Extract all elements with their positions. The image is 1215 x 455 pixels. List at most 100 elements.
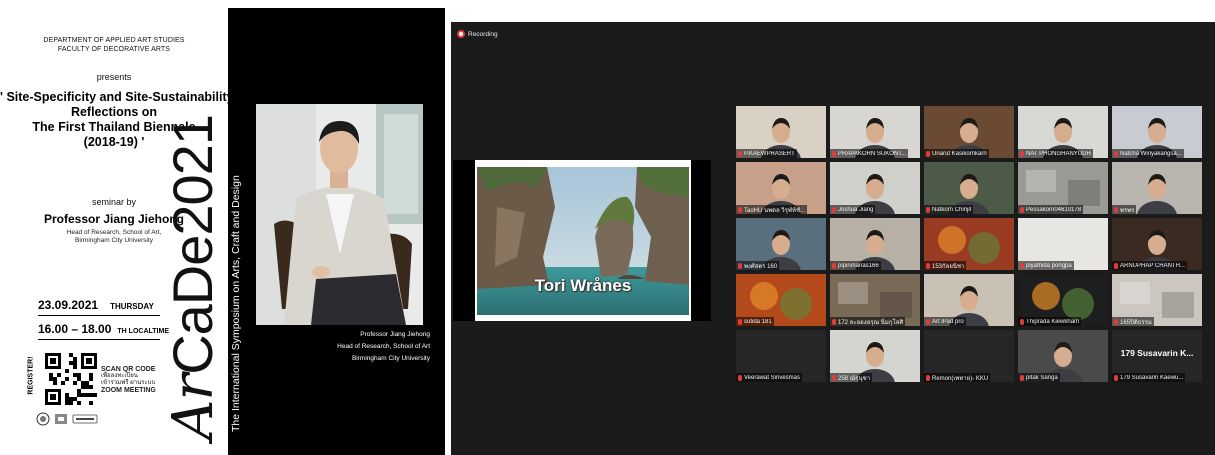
presents-label: presents xyxy=(96,72,132,82)
participant-tile[interactable]: pitak Sanga xyxy=(1018,330,1108,382)
recording-icon xyxy=(457,30,465,38)
participant-nameplate: Unarut Kasikornkarn xyxy=(924,149,989,158)
participant-tile[interactable]: พงศ์สตร 160 xyxy=(736,218,826,270)
participant-tile[interactable]: TaoHU นพดล วิรุฬห์ชั... xyxy=(736,162,826,214)
zoom-meeting-window: Recording Tori Wrånes P.KAEWPRASERT PRAP… xyxy=(451,22,1215,455)
muted-mic-icon xyxy=(926,206,930,213)
participant-tile[interactable]: Art iPad pro xyxy=(924,274,1014,326)
participant-nameplate: piyathida pongpa xyxy=(1018,261,1074,270)
participant-tile[interactable]: NAT PHONGHANYUDH xyxy=(1018,106,1108,158)
qr-module xyxy=(73,381,77,385)
participant-name: Veerawat Sirivesmas xyxy=(744,374,801,381)
participant-nameplate: TaoHU นพดล วิรุฬห์ชั... xyxy=(736,205,808,214)
seminar-title-line: ' Site-Specificity and Site-Sustainabili… xyxy=(0,90,238,104)
participant-nameplate: Joshua Jiang xyxy=(830,205,876,214)
register-label: REGISTER! xyxy=(28,352,44,407)
presentation-slide: Tori Wrånes xyxy=(475,160,691,321)
participant-nameplate: 165ปิติธรรม xyxy=(1112,317,1154,326)
participant-tile[interactable]: Joshua Jiang xyxy=(830,162,920,214)
participant-name: Pessakorn04610178 xyxy=(1026,206,1082,213)
participant-tile[interactable]: Natkorn Chinjit xyxy=(924,162,1014,214)
brand-ar: Ar xyxy=(161,374,226,440)
muted-mic-icon xyxy=(1114,262,1118,269)
department-name: DEPARTMENT OF APPLIED ART STUDIES xyxy=(43,37,185,44)
participant-name: pitak Sanga xyxy=(1026,374,1058,381)
participant-nameplate: pitak Sanga xyxy=(1018,373,1060,382)
participant-nameplate: NAT PHONGHANYUDH xyxy=(1018,149,1093,158)
participant-name: 179 Susavarin Kaewu... xyxy=(1120,374,1184,381)
department-logo-icon xyxy=(72,414,98,424)
participant-name: Thiprada Kiewkham xyxy=(1026,318,1080,325)
participant-nameplate: 179 Susavarin Kaewu... xyxy=(1112,373,1186,382)
participant-nameplate: Thiprada Kiewkham xyxy=(1018,317,1082,326)
symposium-title: The International Symposium on Arts, Cra… xyxy=(230,175,242,432)
slide-caption: Tori Wrånes xyxy=(534,276,632,295)
qr-module xyxy=(93,393,97,397)
qr-module xyxy=(73,365,77,369)
arcade-2021-logo: ArCaDe2021 xyxy=(161,115,226,440)
qr-module xyxy=(89,377,93,381)
participant-tile[interactable]: sutida 181 xyxy=(736,274,826,326)
shared-screen[interactable]: Tori Wrånes xyxy=(453,160,711,321)
participant-nameplate: 258 ณัฐนุชา xyxy=(830,373,873,382)
participant-tile[interactable]: pipinmanas166 xyxy=(830,218,920,270)
qr-module xyxy=(61,381,65,385)
portrait-caption-name: Professor Jiang Jiehong xyxy=(360,331,430,338)
participant-nameplate: sutida 181 xyxy=(736,317,774,326)
poster-white-panel: DEPARTMENT OF APPLIED ART STUDIES FACULT… xyxy=(0,0,238,455)
participant-name: 153กัลยนิชา xyxy=(932,263,965,270)
participant-name: Joshua Jiang xyxy=(838,206,874,213)
participant-tile[interactable]: Unarut Kasikornkarn xyxy=(924,106,1014,158)
participant-tile[interactable]: พรพร xyxy=(1112,162,1202,214)
muted-mic-icon xyxy=(1020,374,1024,381)
participant-tile[interactable]: Remon(เพทาย)- KKU xyxy=(924,330,1014,382)
participant-tile[interactable]: 172 ละอองอรุณ นิ่มกุโลศิ xyxy=(830,274,920,326)
muted-mic-icon xyxy=(832,374,836,381)
muted-mic-icon xyxy=(738,374,742,381)
participant-tile[interactable]: PRAPAKORN SUKONT... xyxy=(830,106,920,158)
muted-mic-icon xyxy=(1114,150,1118,157)
participant-display-name: 179 Susavarin K... xyxy=(1120,348,1194,358)
divider xyxy=(38,339,160,340)
qr-zoom-label: ZOOM MEETING xyxy=(101,387,156,394)
brand-cade: CaDe xyxy=(161,235,224,375)
participant-tile[interactable]: 153กัลยนิชา xyxy=(924,218,1014,270)
participant-name: Unarut Kasikornkarn xyxy=(932,150,987,157)
qr-finder-core xyxy=(86,358,92,364)
muted-mic-icon xyxy=(1114,318,1118,325)
participant-tile[interactable]: 258 ณัฐนุชา xyxy=(830,330,920,382)
participant-name: piyathida pongpa xyxy=(1026,262,1072,269)
participant-tile[interactable]: Natcha Wiriyakangsa... xyxy=(1112,106,1202,158)
participant-name: Remon(เพทาย)- KKU xyxy=(932,375,989,382)
muted-mic-icon xyxy=(738,318,742,325)
university-seal-icon xyxy=(36,412,50,426)
participant-nameplate: Pessakorn04610178 xyxy=(1018,205,1084,214)
participant-tile[interactable]: ARNUPHAP CHANTH... xyxy=(1112,218,1202,270)
participant-nameplate: P.KAEWPRASERT xyxy=(736,149,797,158)
participant-name: พรพร xyxy=(1120,207,1135,214)
recording-indicator[interactable]: Recording xyxy=(457,30,498,38)
participant-tile[interactable]: P.KAEWPRASERT xyxy=(736,106,826,158)
muted-mic-icon xyxy=(926,374,930,381)
participant-name: 172 ละอองอรุณ นิ่มกุโลศิ xyxy=(838,319,904,326)
participant-tile[interactable]: Pessakorn04610178 xyxy=(1018,162,1108,214)
participant-nameplate: Art iPad pro xyxy=(924,317,966,326)
divider xyxy=(38,315,160,316)
muted-mic-icon xyxy=(1020,318,1024,325)
muted-mic-icon xyxy=(832,150,836,157)
participant-tile[interactable]: 165ปิติธรรม xyxy=(1112,274,1202,326)
qr-module xyxy=(89,385,93,389)
participant-tile[interactable]: piyathida pongpa xyxy=(1018,218,1108,270)
portrait-caption-affiliation: Birmingham City University xyxy=(351,355,430,362)
speaker-portrait-image xyxy=(256,104,423,325)
qr-line: เพื่อลงทะเบียน xyxy=(101,373,138,379)
qr-module xyxy=(69,401,73,405)
participant-nameplate: Natkorn Chinjit xyxy=(924,205,974,214)
muted-mic-icon xyxy=(832,318,836,325)
participant-tile[interactable]: Thiprada Kiewkham xyxy=(1018,274,1108,326)
participant-tile[interactable]: Veerawat Sirivesmas xyxy=(736,330,826,382)
recording-label: Recording xyxy=(468,30,498,38)
muted-mic-icon xyxy=(738,150,742,157)
participant-tile[interactable]: 179 Susavarin K... 179 Susavarin Kaewu... xyxy=(1112,330,1202,382)
registration-qr-code[interactable] xyxy=(45,353,97,405)
